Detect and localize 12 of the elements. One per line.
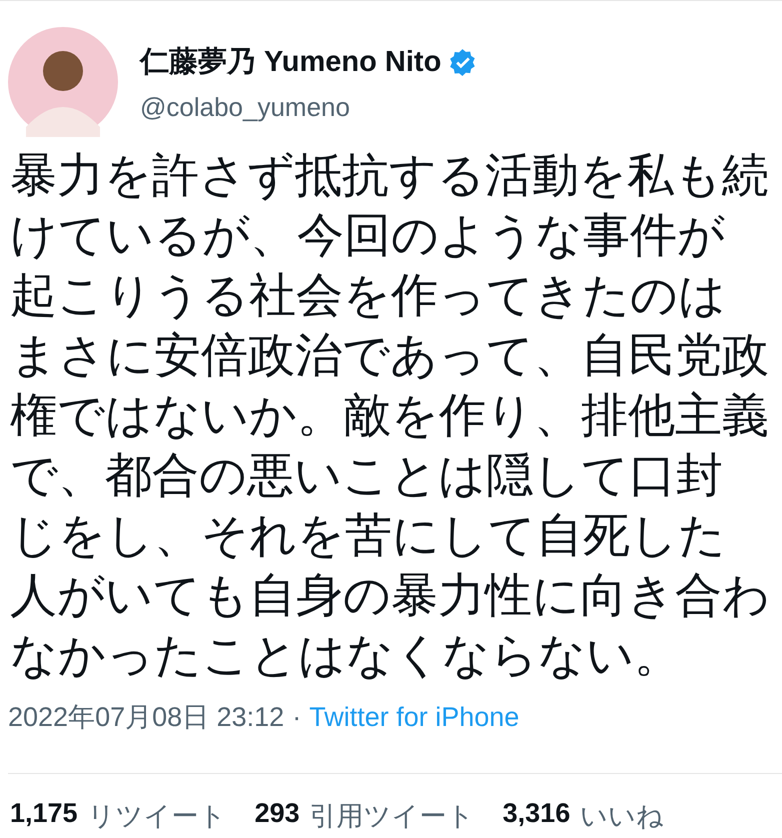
separator: · (292, 702, 302, 732)
stat-label[interactable]: 引用ツイート (310, 798, 475, 834)
tweet-text: 暴力を許さず抵抗する活動を私も続けているが、今回のような事件が起こりうる社会を作ってきたのはまさに安倍政治であって、自民党政権ではないか。敵を作り、排他主義で、都合の悪いことは隠して口封じをし、それを苦にして自死した人がいても自身の暴力性に向き合わなかったことはなくならない。 (10, 147, 770, 683)
stat-label[interactable]: リツイート (88, 798, 227, 834)
display-name[interactable]: 仁藤夢乃 Yumeno Nito (140, 42, 442, 82)
stat-count[interactable]: 3,316 (502, 798, 570, 834)
stat-count[interactable]: 1,175 (10, 798, 78, 834)
user-handle[interactable]: @colabo_yumeno (140, 92, 478, 122)
avatar[interactable] (8, 27, 118, 137)
stat-count[interactable]: 293 (254, 798, 300, 834)
timestamp[interactable]: 2022年07月08日 23:12 (8, 699, 284, 735)
stat-label[interactable]: いいね (580, 798, 664, 834)
